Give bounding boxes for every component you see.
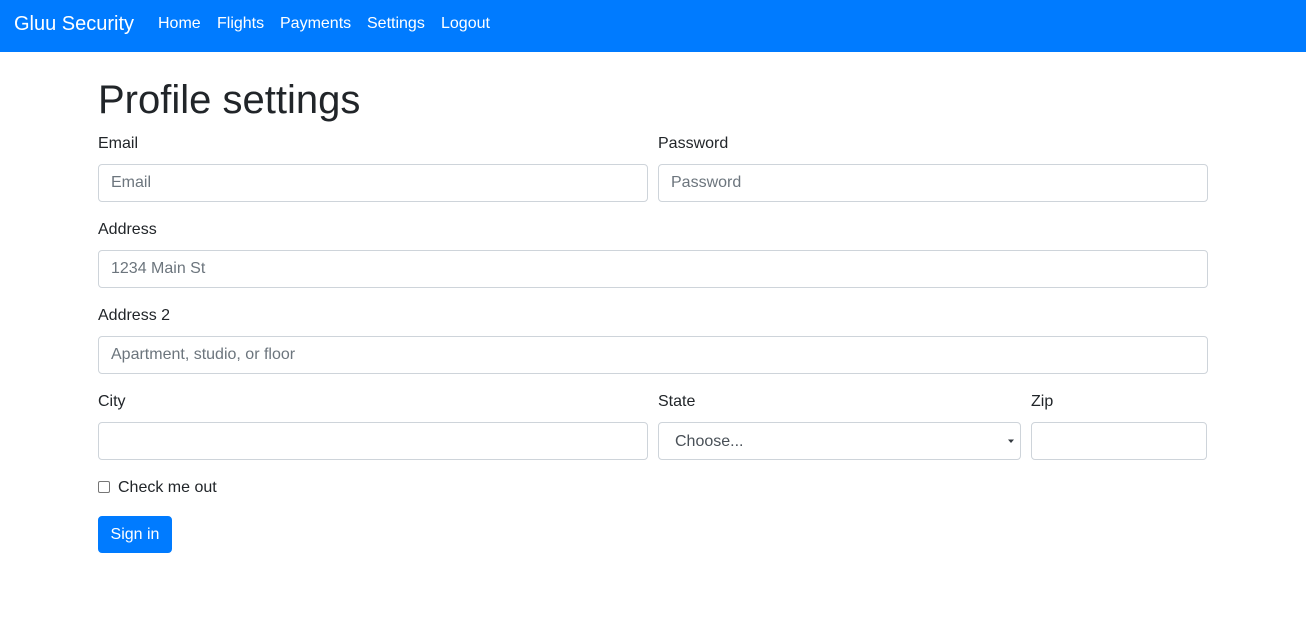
nav-link-home[interactable]: Home [158,14,201,34]
check-me-out-label[interactable]: Check me out [118,478,217,498]
state-label: State [658,393,696,410]
city-label: City [98,393,126,410]
page-title: Profile settings [98,78,361,122]
nav-link-payments[interactable]: Payments [280,14,351,34]
address-input[interactable] [98,250,1208,288]
address2-label: Address 2 [98,307,171,324]
state-selected-value: Choose... [675,433,744,450]
nav-link-flights[interactable]: Flights [217,14,264,34]
nav-link-logout[interactable]: Logout [441,14,490,34]
address2-input[interactable] [98,336,1208,374]
sign-in-button[interactable]: Sign in [98,516,172,553]
email-label: Email [98,135,139,152]
zip-label: Zip [1031,393,1054,410]
caret-down-icon [1008,439,1014,443]
navbar-brand[interactable]: Gluu Security [14,12,134,36]
zip-input[interactable] [1031,422,1207,460]
top-navbar: Gluu Security Home Flights Payments Sett… [0,0,1306,52]
password-input[interactable] [658,164,1208,202]
email-input[interactable] [98,164,648,202]
nav-link-settings[interactable]: Settings [367,14,425,34]
password-label: Password [658,135,729,152]
state-select[interactable]: Choose... [658,422,1021,460]
check-me-out-checkbox[interactable] [98,481,110,493]
city-input[interactable] [98,422,648,460]
address-label: Address [98,221,157,238]
